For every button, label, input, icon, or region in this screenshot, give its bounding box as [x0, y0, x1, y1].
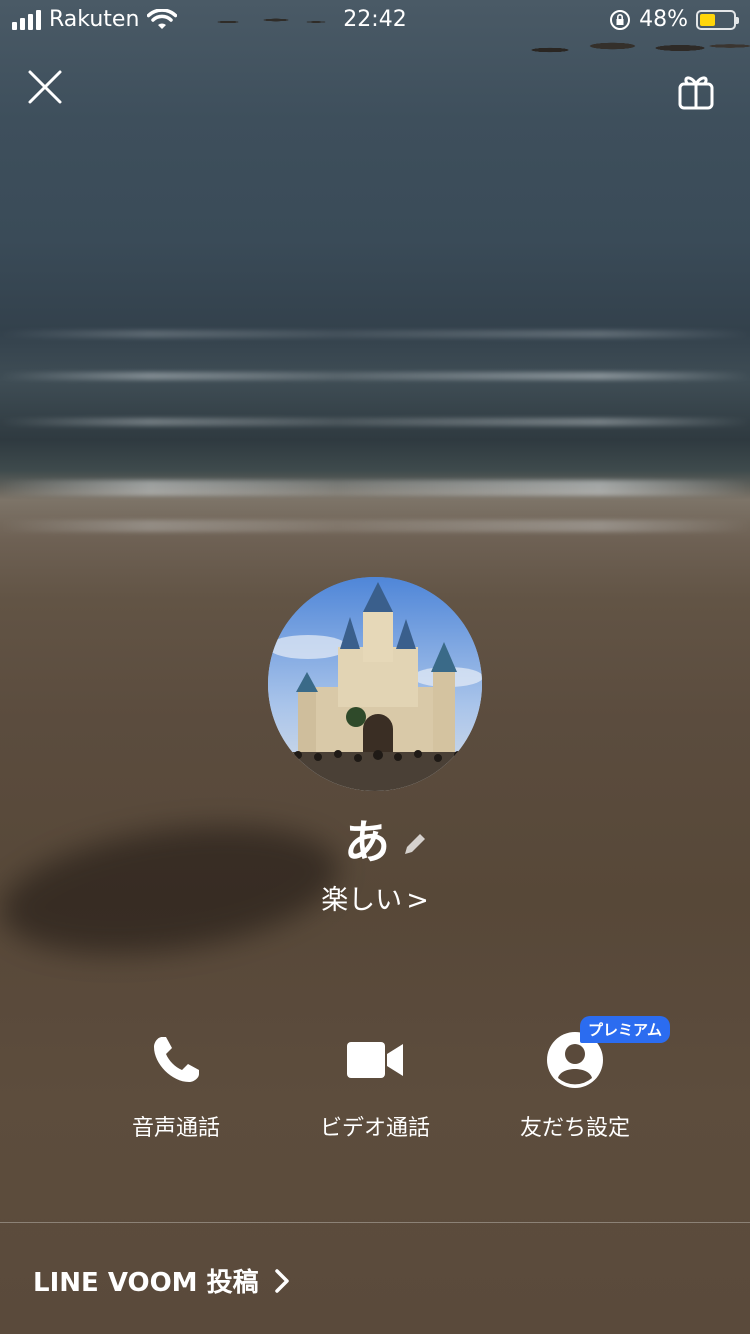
status-message-link[interactable]: 楽しい > — [0, 878, 750, 917]
gift-icon[interactable] — [676, 70, 716, 112]
friend-settings-button[interactable]: プレミアム 友だち設定 — [475, 1016, 675, 1142]
avatar-photo — [268, 577, 482, 791]
status-message: 楽しい — [321, 885, 403, 916]
profile-avatar[interactable] — [268, 577, 482, 791]
wave-line — [0, 520, 750, 532]
voice-call-label: 音声通話 — [131, 1116, 220, 1141]
video-call-label: ビデオ通話 — [319, 1116, 430, 1141]
battery-percent: 48% — [639, 7, 688, 32]
wave-line — [0, 372, 750, 380]
profile-name: あ — [344, 815, 390, 869]
wave-line — [0, 418, 750, 426]
line-voom-label: LINE VOOM 投稿 — [33, 1268, 259, 1298]
wave-line — [0, 480, 750, 496]
action-buttons: 音声通話 ビデオ通話 プレミアム 友だち設定 — [0, 1016, 750, 1148]
battery-icon — [696, 9, 739, 30]
rotation-lock-icon — [610, 9, 631, 30]
friend-settings-label: 友だち設定 — [519, 1116, 630, 1141]
voice-call-button[interactable]: 音声通話 — [76, 1028, 276, 1142]
battery-level — [700, 13, 716, 26]
divider — [0, 1222, 750, 1223]
video-call-button[interactable]: ビデオ通話 — [275, 1028, 475, 1142]
phone-icon — [154, 1037, 199, 1082]
chevron-right-icon — [274, 1268, 289, 1293]
profile-name-row: あ — [0, 806, 750, 872]
pencil-icon[interactable] — [400, 829, 430, 859]
wave-line — [0, 330, 750, 338]
premium-badge: プレミアム — [580, 1016, 670, 1043]
status-bar: Rakuten 22:42 48% — [0, 0, 750, 40]
status-bar-right: 48% — [609, 7, 739, 32]
line-voom-posts-link[interactable]: LINE VOOM 投稿 — [33, 1262, 291, 1299]
video-camera-icon — [347, 1042, 403, 1078]
close-icon[interactable] — [24, 66, 66, 108]
chevron-right-icon: > — [406, 885, 429, 916]
